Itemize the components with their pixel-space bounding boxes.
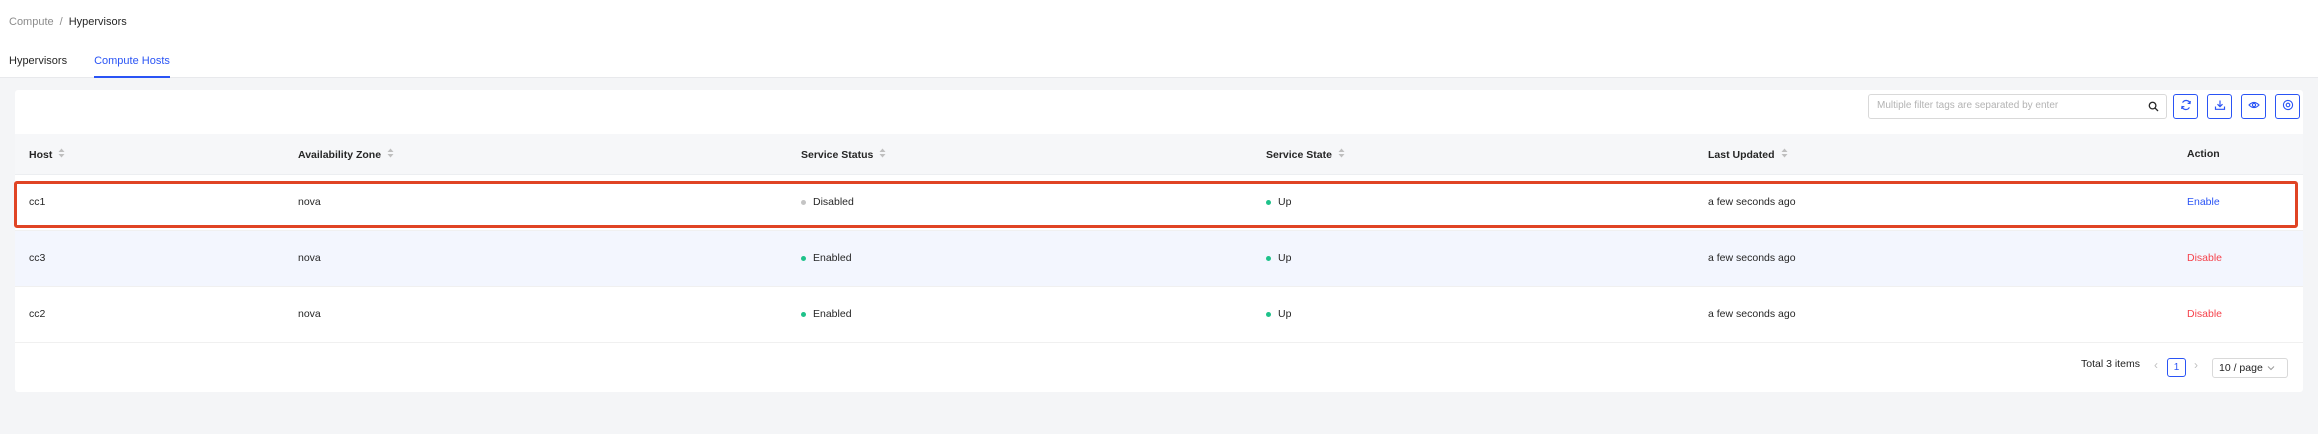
- breadcrumb-separator: /: [59, 16, 63, 28]
- refresh-button[interactable]: [2173, 94, 2198, 119]
- tab-bar: Hypervisors Compute Hosts: [9, 55, 197, 78]
- status-text: Disabled: [813, 196, 854, 208]
- status-dot-enabled: [801, 255, 806, 261]
- state-text: Up: [1278, 252, 1292, 264]
- disable-button[interactable]: Disable: [2187, 308, 2222, 320]
- page-number-button[interactable]: 1: [2167, 358, 2186, 377]
- cell-service-status: Disabled: [801, 196, 854, 208]
- tab-compute-hosts[interactable]: Compute Hosts: [94, 55, 170, 78]
- column-header-label: Service Status: [801, 148, 874, 161]
- column-header-service-status[interactable]: Service Status: [801, 148, 886, 161]
- column-header-host[interactable]: Host: [29, 148, 65, 161]
- state-dot-up: [1266, 255, 1271, 261]
- settings-button[interactable]: [2275, 94, 2300, 119]
- chevron-down-icon: [2267, 362, 2275, 374]
- column-header-service-state[interactable]: Service State: [1266, 148, 1345, 161]
- cell-service-status: Enabled: [801, 252, 852, 264]
- status-dot-disabled: [801, 199, 806, 205]
- table-row[interactable]: cc3 nova Enabled Up a few seconds ago Di…: [15, 231, 2303, 287]
- column-header-label: Service State: [1266, 148, 1332, 161]
- state-dot-up: [1266, 311, 1271, 317]
- column-header-last-updated[interactable]: Last Updated: [1708, 148, 1788, 161]
- disable-button[interactable]: Disable: [2187, 252, 2222, 264]
- cell-host: cc1: [29, 196, 46, 208]
- cell-service-state: Up: [1266, 308, 1291, 320]
- search-input[interactable]: [1877, 100, 2137, 111]
- page-size-select[interactable]: 10 / page: [2212, 358, 2288, 378]
- tab-hypervisors[interactable]: Hypervisors: [9, 55, 67, 78]
- cell-zone: nova: [298, 196, 321, 208]
- page-size-value: 10 / page: [2219, 362, 2263, 374]
- cell-host: cc2: [29, 308, 46, 320]
- cell-service-state: Up: [1266, 252, 1291, 264]
- cell-last-updated: a few seconds ago: [1708, 308, 1796, 320]
- pagination-total: Total 3 items: [2081, 358, 2140, 370]
- column-header-action: Action: [2187, 148, 2220, 160]
- sort-icon[interactable]: [1338, 148, 1345, 161]
- cell-zone: nova: [298, 308, 321, 320]
- eye-icon: [2247, 99, 2260, 114]
- download-icon: [2214, 99, 2226, 114]
- cell-service-state: Up: [1266, 196, 1291, 208]
- breadcrumb-compute[interactable]: Compute: [9, 16, 54, 28]
- table-row[interactable]: cc2 nova Enabled Up a few seconds ago Di…: [15, 287, 2303, 343]
- breadcrumb: Compute / Hypervisors: [9, 16, 127, 28]
- next-page-icon[interactable]: ›: [2194, 358, 2198, 372]
- sort-icon[interactable]: [387, 148, 394, 161]
- search-icon[interactable]: [2148, 101, 2159, 115]
- cell-last-updated: a few seconds ago: [1708, 252, 1796, 264]
- download-button[interactable]: [2207, 94, 2232, 119]
- column-header-availability-zone[interactable]: Availability Zone: [298, 148, 394, 161]
- column-header-label: Host: [29, 148, 53, 161]
- table-header: Host Availability Zone Service Status Se…: [15, 134, 2303, 175]
- page-header: Compute / Hypervisors Hypervisors Compute …: [0, 0, 2318, 78]
- settings-icon: [2282, 99, 2294, 114]
- sort-icon[interactable]: [1781, 148, 1788, 161]
- cell-service-status: Enabled: [801, 308, 852, 320]
- enable-button[interactable]: Enable: [2187, 196, 2220, 208]
- refresh-icon: [2180, 99, 2192, 114]
- column-header-label: Availability Zone: [298, 148, 382, 161]
- status-text: Enabled: [813, 252, 852, 264]
- state-text: Up: [1278, 308, 1292, 320]
- status-dot-enabled: [801, 311, 806, 317]
- search-box[interactable]: [1868, 94, 2167, 119]
- prev-page-icon[interactable]: ‹: [2154, 358, 2158, 372]
- cell-last-updated: a few seconds ago: [1708, 196, 1796, 208]
- status-text: Enabled: [813, 308, 852, 320]
- column-visibility-button[interactable]: [2241, 94, 2266, 119]
- breadcrumb-current: Hypervisors: [68, 16, 127, 28]
- column-header-label: Last Updated: [1708, 148, 1775, 161]
- cell-zone: nova: [298, 252, 321, 264]
- compute-hosts-table: Host Availability Zone Service Status Se…: [15, 134, 2303, 343]
- state-dot-up: [1266, 199, 1271, 205]
- cell-host: cc3: [29, 252, 46, 264]
- sort-icon[interactable]: [58, 148, 65, 161]
- sort-icon[interactable]: [879, 148, 886, 161]
- table-row[interactable]: cc1 nova Disabled Up a few seconds ago E…: [15, 175, 2303, 231]
- state-text: Up: [1278, 196, 1292, 208]
